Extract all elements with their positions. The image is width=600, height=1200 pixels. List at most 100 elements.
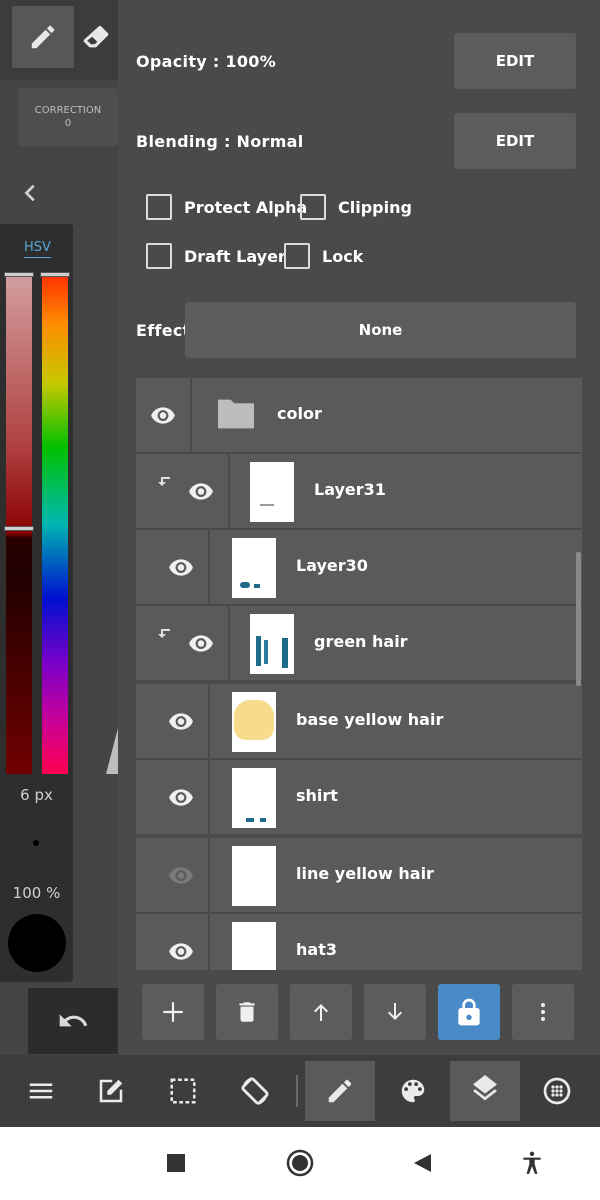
back-button[interactable] — [404, 1145, 440, 1181]
checkbox-box[interactable] — [146, 194, 172, 220]
row-divider — [228, 454, 230, 528]
top-tools — [0, 0, 118, 80]
hue-slider[interactable] — [42, 272, 68, 774]
material-button[interactable] — [522, 1061, 592, 1121]
collapse-panel-button[interactable] — [14, 176, 48, 210]
layer-list-scrollbar[interactable] — [576, 552, 581, 686]
menu-icon — [29, 1083, 53, 1099]
current-color-swatch[interactable] — [8, 914, 66, 972]
folder-icon — [214, 396, 258, 436]
lock-label: Lock — [322, 246, 364, 266]
layers-button[interactable] — [450, 1061, 520, 1121]
edit-canvas-button[interactable] — [76, 1061, 146, 1121]
back-triangle-icon — [414, 1154, 431, 1172]
brush-button[interactable] — [305, 1061, 375, 1121]
saturation-value-slider[interactable] — [6, 272, 32, 774]
layer-row-hat3[interactable]: hat3 — [136, 914, 582, 970]
visibility-toggle[interactable] — [166, 860, 196, 890]
visibility-toggle[interactable] — [166, 552, 196, 582]
effect-label: Effect — [136, 321, 191, 340]
layer-row-layer31[interactable]: Layer31 — [136, 454, 582, 528]
move-layer-up-button[interactable] — [290, 984, 352, 1040]
undo-icon — [59, 1014, 88, 1027]
add-layer-button[interactable] — [142, 984, 204, 1040]
effect-select-button[interactable]: None — [185, 302, 576, 358]
eye-icon — [169, 943, 193, 960]
accessibility-button[interactable] — [514, 1145, 550, 1181]
layer-name: green hair — [314, 632, 408, 651]
lock-checkbox[interactable]: Lock — [284, 243, 363, 269]
row-divider — [208, 838, 210, 912]
layer-name: color — [277, 404, 322, 423]
color-button[interactable] — [378, 1061, 448, 1121]
delete-layer-button[interactable] — [216, 984, 278, 1040]
slider-a-mid-knob[interactable] — [4, 526, 34, 531]
eye-icon — [169, 867, 193, 884]
layer-row-color[interactable]: color — [136, 378, 582, 452]
palette-icon — [401, 1079, 425, 1103]
lock-icon — [458, 998, 480, 1026]
layer-list[interactable]: color Layer31 Layer30 green hair base ye… — [136, 378, 582, 970]
layer-name: hat3 — [296, 940, 337, 959]
layers-icon — [473, 1075, 497, 1101]
canvas-fragment — [106, 728, 118, 774]
draft-layer-checkbox[interactable]: Draft Layer — [146, 243, 286, 269]
blending-edit-button[interactable]: EDIT — [454, 113, 576, 169]
row-divider — [208, 760, 210, 834]
protect-alpha-checkbox[interactable]: Protect Alpha — [146, 194, 307, 220]
layer-row-base-yellow-hair[interactable]: base yellow hair — [136, 684, 582, 758]
layer-row-line-yellow-hair[interactable]: line yellow hair — [136, 838, 582, 912]
move-layer-down-button[interactable] — [364, 984, 426, 1040]
home-circle-icon — [286, 1149, 314, 1177]
selection-button[interactable] — [148, 1061, 218, 1121]
undo-button[interactable] — [28, 988, 118, 1054]
layer-name: Layer31 — [314, 480, 386, 499]
checkbox-box[interactable] — [300, 194, 326, 220]
eye-icon — [189, 483, 213, 500]
recent-apps-button[interactable] — [158, 1145, 194, 1181]
pen-tool-button[interactable] — [12, 6, 74, 68]
layer-name: shirt — [296, 786, 338, 805]
correction-button[interactable]: CORRECTION 0 — [18, 88, 118, 146]
eye-icon — [169, 713, 193, 730]
lock-layer-button[interactable] — [438, 984, 500, 1040]
rotate-icon — [241, 1077, 269, 1105]
layer-row-layer30[interactable]: Layer30 — [136, 530, 582, 604]
layer-thumbnail — [232, 692, 276, 752]
row-divider — [190, 378, 192, 452]
rotate-canvas-button[interactable] — [220, 1061, 290, 1121]
opacity-edit-button[interactable]: EDIT — [454, 33, 576, 89]
plus-icon — [163, 1002, 183, 1022]
menu-button[interactable] — [6, 1061, 76, 1121]
home-button[interactable] — [282, 1145, 318, 1181]
square-icon — [167, 1154, 185, 1172]
arrow-up-icon — [314, 1004, 328, 1021]
hsv-tab[interactable]: HSV — [24, 240, 51, 258]
opacity-label: Opacity : 100% — [136, 52, 277, 71]
draft-layer-label: Draft Layer — [184, 246, 286, 266]
row-divider — [228, 606, 230, 680]
eraser-icon — [83, 25, 109, 48]
visibility-toggle[interactable] — [148, 400, 178, 430]
arrow-down-icon — [388, 1003, 402, 1020]
clipping-arrow-icon — [158, 477, 170, 486]
eraser-tool-button[interactable] — [74, 6, 118, 68]
layer-thumbnail — [250, 614, 294, 674]
checkbox-box[interactable] — [146, 243, 172, 269]
hue-slider-knob[interactable] — [40, 272, 70, 277]
visibility-toggle[interactable] — [166, 936, 196, 966]
visibility-toggle[interactable] — [166, 706, 196, 736]
eye-icon — [151, 407, 175, 424]
layer-row-green-hair[interactable]: green hair — [136, 606, 582, 680]
visibility-toggle[interactable] — [186, 476, 216, 506]
more-options-button[interactable] — [512, 984, 574, 1040]
toolbar-separator — [296, 1075, 298, 1107]
pencil-icon — [31, 25, 55, 49]
visibility-toggle[interactable] — [186, 628, 216, 658]
checkbox-box[interactable] — [284, 243, 310, 269]
slider-a-top-knob[interactable] — [4, 272, 34, 277]
layer-row-shirt[interactable]: shirt — [136, 760, 582, 834]
clipping-checkbox[interactable]: Clipping — [300, 194, 412, 220]
blending-label: Blending : Normal — [136, 132, 304, 151]
visibility-toggle[interactable] — [166, 782, 196, 812]
